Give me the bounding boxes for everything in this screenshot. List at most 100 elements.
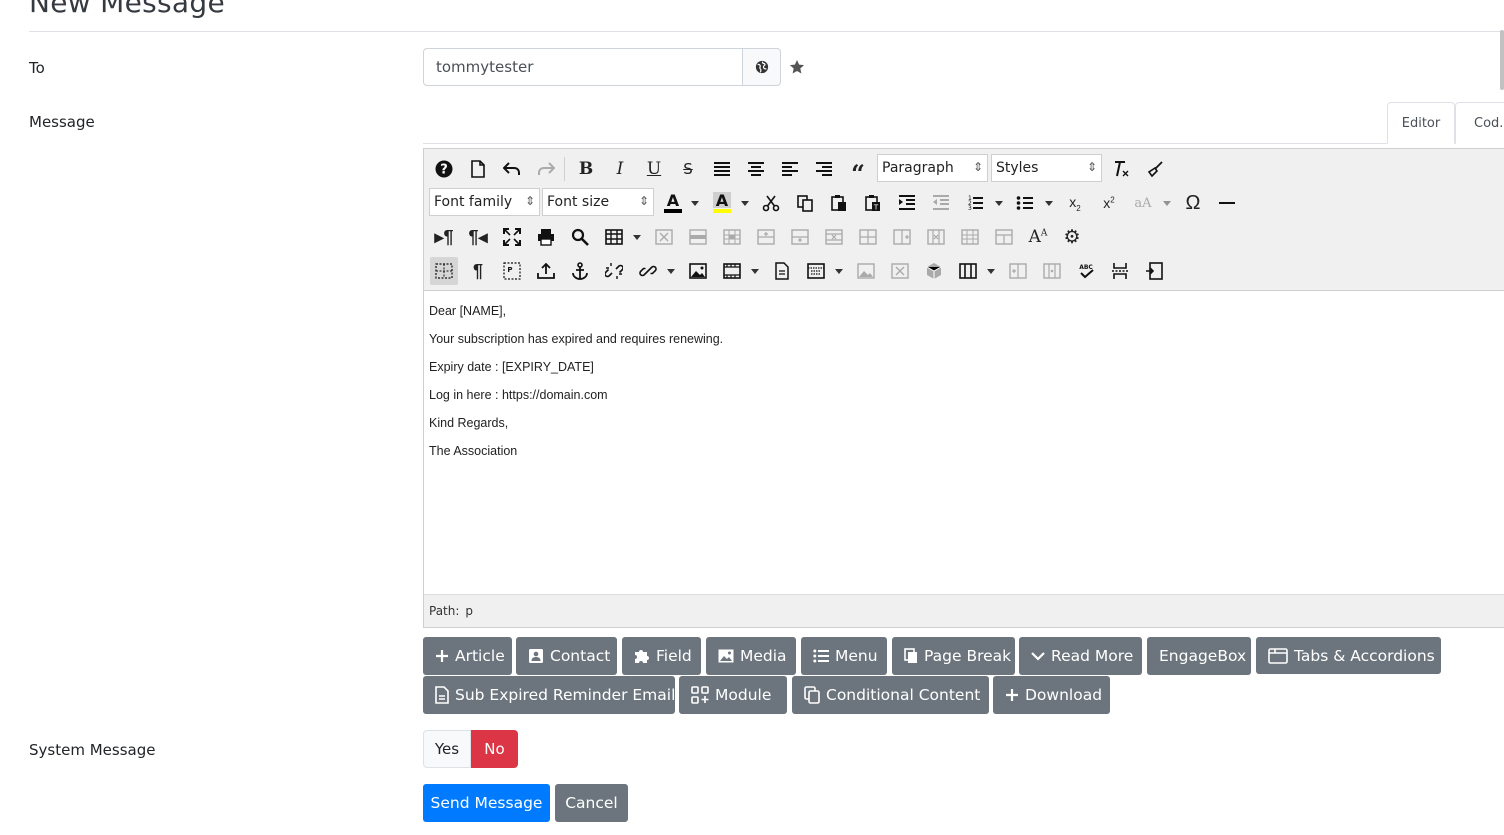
insert-article-button[interactable]: Article (423, 637, 512, 675)
delete-column-button[interactable] (922, 223, 950, 251)
redo-button[interactable] (532, 155, 560, 183)
strikethrough-button[interactable]: S (674, 155, 702, 183)
settings-button[interactable]: ⚙ (1058, 223, 1086, 251)
help-button[interactable]: ? (430, 155, 458, 183)
to-input[interactable] (423, 48, 743, 86)
cleanup-button[interactable] (1141, 155, 1169, 183)
insert-row-after-button[interactable] (786, 223, 814, 251)
path-value[interactable]: p (465, 604, 473, 618)
text-case-button[interactable]: aA (1129, 189, 1157, 217)
table-dropdown[interactable] (632, 223, 642, 251)
visual-aid-button[interactable] (430, 257, 458, 285)
cut-button[interactable] (757, 189, 785, 217)
link-button[interactable] (634, 257, 662, 285)
highlight-color-dropdown[interactable] (740, 189, 750, 217)
page-break-button[interactable] (1106, 257, 1134, 285)
paste-button[interactable] (825, 189, 853, 217)
columns-dropdown[interactable] (986, 257, 996, 285)
undo-button[interactable] (498, 155, 526, 183)
find-replace-button[interactable] (566, 223, 594, 251)
insert-column-left-button[interactable] (1004, 257, 1032, 285)
align-center-button[interactable] (742, 155, 770, 183)
nonbreaking-button[interactable] (1140, 257, 1168, 285)
star-button[interactable] (787, 57, 807, 77)
link-dropdown[interactable] (666, 257, 676, 285)
insert-tabs-accordions-button[interactable]: Tabs & Accordions (1256, 637, 1441, 674)
outdent-button[interactable] (927, 189, 955, 217)
show-blocks-button[interactable]: ¶ (464, 257, 492, 285)
insert-row-before-button[interactable] (752, 223, 780, 251)
blockquote-button[interactable]: “ (844, 155, 872, 188)
insert-file-button[interactable] (532, 257, 560, 285)
object-button[interactable] (920, 257, 948, 285)
tab-editor[interactable]: Editor (1387, 102, 1455, 144)
copy-button[interactable] (791, 189, 819, 217)
fullscreen-button[interactable] (498, 223, 526, 251)
insert-column-after-button[interactable] (888, 223, 916, 251)
superscript-button[interactable]: x2 (1095, 189, 1123, 217)
editor-content[interactable]: Dear [NAME], Your subscription has expir… (429, 304, 1504, 472)
page-scrollbar[interactable] (1500, 30, 1504, 90)
remove-column-button[interactable] (1038, 257, 1066, 285)
insert-field-button[interactable]: Field (622, 637, 701, 675)
layout-button[interactable] (802, 257, 830, 285)
numbered-list-dropdown[interactable] (994, 189, 1004, 217)
style-formats-button[interactable]: AA (1024, 223, 1052, 251)
bullet-list-button[interactable] (1011, 189, 1039, 217)
system-message-yes[interactable]: Yes (423, 730, 471, 768)
insert-menu-button[interactable]: Menu (801, 637, 887, 675)
font-size-select[interactable]: Font size (542, 188, 654, 216)
split-cells-button[interactable] (956, 223, 984, 251)
tab-code[interactable]: Cod... (1455, 102, 1504, 144)
bold-button[interactable]: B (572, 155, 600, 183)
insert-contact-button[interactable]: Contact (516, 637, 617, 675)
underline-button[interactable]: U (640, 155, 668, 183)
delete-image-button[interactable] (886, 257, 914, 285)
send-message-button[interactable]: Send Message (423, 784, 550, 822)
insert-read-more-button[interactable]: Read More (1019, 637, 1142, 675)
delete-row-button[interactable] (820, 223, 848, 251)
system-message-no[interactable]: No (471, 730, 518, 768)
insert-engagebox-button[interactable]: EngageBox (1147, 637, 1251, 675)
align-right-button[interactable] (810, 155, 838, 183)
horizontal-rule-button[interactable] (1213, 189, 1241, 217)
table-button[interactable] (600, 223, 628, 251)
media-button[interactable] (718, 257, 746, 285)
spellcheck-button[interactable]: ABC (1072, 257, 1100, 285)
show-invisible-button[interactable]: P (498, 257, 526, 285)
insert-module-button[interactable]: Module (679, 676, 787, 714)
subscript-button[interactable]: x2 (1061, 189, 1089, 217)
insert-media-button[interactable]: Media (706, 637, 796, 675)
numbered-list-button[interactable]: 123 (961, 189, 989, 217)
merge-cells-button[interactable] (990, 223, 1018, 251)
highlight-color-button[interactable]: A (708, 189, 736, 217)
edit-image-button[interactable] (852, 257, 880, 285)
delete-table-button[interactable] (650, 223, 678, 251)
align-justify-button[interactable] (708, 155, 736, 183)
indent-button[interactable] (893, 189, 921, 217)
font-family-select[interactable]: Font family (429, 188, 540, 216)
bullet-list-dropdown[interactable] (1044, 189, 1054, 217)
layout-dropdown[interactable] (834, 257, 844, 285)
anchor-button[interactable] (566, 257, 594, 285)
image-button[interactable] (684, 257, 712, 285)
print-button[interactable] (532, 223, 560, 251)
block-format-select[interactable]: Paragraph (877, 154, 988, 182)
insert-column-before-button[interactable] (854, 223, 882, 251)
paste-text-button[interactable]: T (859, 189, 887, 217)
insert-page-break-button[interactable]: Page Break (892, 637, 1015, 675)
cancel-button[interactable]: Cancel (555, 784, 628, 822)
columns-button[interactable] (954, 257, 982, 285)
insert-conditional-content-button[interactable]: Conditional Content (792, 676, 989, 714)
media-dropdown[interactable] (750, 257, 760, 285)
text-color-dropdown[interactable] (690, 189, 700, 217)
insert-sub-expired-reminder-button[interactable]: Sub Expired Reminder Email (423, 676, 675, 714)
new-document-button[interactable] (464, 155, 492, 183)
table-row-props-button[interactable] (684, 223, 712, 251)
styles-select[interactable]: Styles (991, 154, 1102, 182)
ltr-button[interactable]: ▸¶ (430, 223, 458, 251)
table-cell-props-button[interactable] (718, 223, 746, 251)
align-left-button[interactable] (776, 155, 804, 183)
template-button[interactable] (768, 257, 796, 285)
globe-button[interactable] (742, 48, 781, 86)
